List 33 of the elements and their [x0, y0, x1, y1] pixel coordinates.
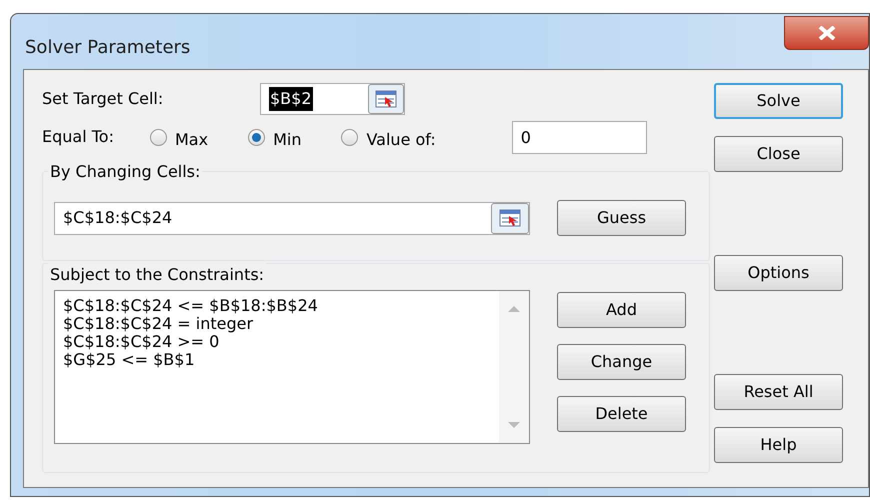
- radio-button[interactable]: [150, 128, 167, 146]
- guess-button[interactable]: Guess: [557, 200, 686, 236]
- dialog-button[interactable]: Change: [557, 344, 686, 380]
- dialog-button[interactable]: Help: [714, 427, 843, 463]
- dialog-button[interactable]: Add: [557, 292, 686, 328]
- field-label: Equal To:: [42, 126, 115, 148]
- radio-label[interactable]: Min: [273, 128, 302, 152]
- close-button[interactable]: [784, 16, 869, 50]
- window-title: Solver Parameters: [25, 36, 190, 60]
- scroll-down-icon[interactable]: [508, 422, 520, 429]
- scroll-up-icon[interactable]: [508, 305, 520, 312]
- scroll-bar[interactable]: [499, 291, 529, 443]
- dialog-button[interactable]: Solve: [714, 83, 843, 119]
- constraint-item[interactable]: $C$18:$C$24 >= 0: [63, 333, 220, 351]
- constraint-item[interactable]: $G$25 <= $B$1: [63, 351, 195, 369]
- dialog-button[interactable]: Options: [714, 255, 843, 291]
- close-icon: [818, 26, 836, 40]
- dialog-button[interactable]: Reset All: [714, 374, 843, 410]
- radio-label[interactable]: Value of:: [366, 128, 436, 152]
- field-label: Set Target Cell:: [42, 88, 164, 110]
- radio-label[interactable]: Max: [175, 128, 208, 152]
- range-select-icon: [499, 209, 521, 227]
- value-field[interactable]: 0: [512, 120, 647, 154]
- range-select-icon: [375, 90, 397, 108]
- changing-cells-field[interactable]: $C$18:$C$24: [54, 202, 530, 234]
- target-cell-field[interactable]: $B$2: [260, 83, 405, 115]
- constraint-item[interactable]: $C$18:$C$24 = integer: [63, 315, 254, 333]
- dialog-button[interactable]: Close: [714, 136, 843, 172]
- radio-button[interactable]: [341, 128, 358, 146]
- radio-button[interactable]: [248, 128, 266, 146]
- constraint-item[interactable]: $C$18:$C$24 <= $B$18:$B$24: [63, 297, 318, 315]
- dialog-button[interactable]: Delete: [557, 396, 686, 432]
- constraints-list[interactable]: $C$18:$C$24 <= $B$18:$B$24 $C$18:$C$24 = integer $C$18:$C$24 >= 0 $G$25 <= $B$1: [54, 290, 530, 444]
